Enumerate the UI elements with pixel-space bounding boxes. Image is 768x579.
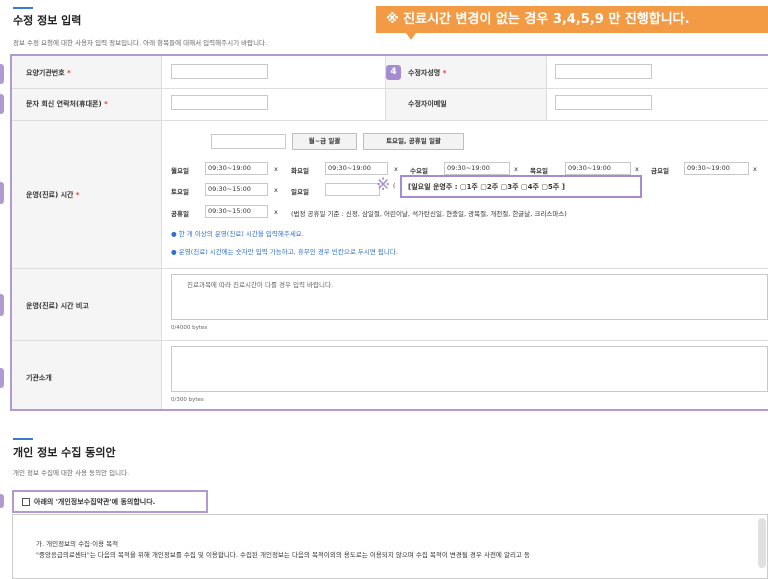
- reference-paren: (: [393, 183, 396, 190]
- hours-note-1: ● 한 개 이상의 운영(진료) 시간을 입력해주세요.: [171, 230, 304, 238]
- section-accent-bar: [13, 7, 33, 9]
- hours-note-2: ● 운영(진료) 시간에는 숫자만 입력 가능하고, 휴무인 경우 빈칸으로 두…: [171, 248, 398, 256]
- clear-icon[interactable]: x: [635, 165, 639, 173]
- day-label: 월요일: [171, 167, 189, 175]
- step-marker: [0, 494, 4, 508]
- terms-scrollbar[interactable]: [758, 518, 766, 568]
- clear-icon[interactable]: x: [394, 165, 398, 173]
- consent-label[interactable]: 아래의 '개인정보수집약관'에 동의합니다.: [34, 497, 155, 507]
- thursday-time-input[interactable]: 09:30~19:00: [565, 162, 631, 175]
- sunday-ops-weeks[interactable]: [일요일 운영주 : ▢1주 ▢2주 ▢3주 ▢4주 ▢5주 ]: [408, 182, 565, 192]
- clear-icon[interactable]: x: [274, 165, 278, 173]
- step-marker: [0, 294, 4, 316]
- clear-icon[interactable]: x: [753, 165, 757, 173]
- intro-label: 기관소개: [26, 374, 52, 382]
- institution-number-input[interactable]: [171, 64, 268, 79]
- row-divider: [12, 340, 768, 341]
- byte-counter: 0/300 bytes: [171, 397, 204, 403]
- reference-mark: ※: [376, 175, 391, 195]
- section-description: 정보 수정 요청에 대한 사용자 입력 정보입니다. 아래 항목들에 대해서 입…: [13, 39, 268, 47]
- section-description: 개인 정보 수집에 대한 사용 동의안 입니다.: [13, 469, 130, 477]
- terms-text: "중앙응급의료센터"는 다음의 목적을 위해 개인정보를 수집 및 이용합니다.…: [36, 551, 530, 559]
- day-label: 금요일: [651, 167, 669, 175]
- holiday-time-input[interactable]: 09:30~15:00: [205, 205, 268, 218]
- step-marker: [0, 64, 4, 84]
- hours-note-label: 운영(진료) 시간 비고: [26, 302, 89, 310]
- weekday-bulk-button[interactable]: 월~금 일괄: [292, 133, 357, 150]
- row-divider: [12, 268, 768, 269]
- saturday-time-input[interactable]: 09:30~15:00: [205, 183, 268, 196]
- clear-icon[interactable]: x: [514, 165, 518, 173]
- modifier-email-label: 수정자이메일: [408, 100, 447, 108]
- clear-icon[interactable]: x: [274, 186, 278, 194]
- wednesday-time-input[interactable]: 09:30~19:00: [444, 162, 510, 175]
- day-label: 공휴일: [171, 210, 189, 218]
- section-title: 수정 정보 입력: [13, 14, 82, 27]
- sms-contact-label: 문자 회신 연락처(휴대폰) *: [26, 100, 108, 108]
- friday-time-input[interactable]: 09:30~19:00: [684, 162, 749, 175]
- callout-banner: ※ 진료시간 변경이 없는 경우 3,4,5,9 만 진행합니다.: [376, 6, 768, 33]
- intro-textarea[interactable]: [171, 346, 768, 392]
- day-label: 화요일: [291, 167, 309, 175]
- step-badge-4: 4: [386, 65, 401, 80]
- byte-counter: 0/4000 bytes: [171, 325, 208, 331]
- day-label: 목요일: [530, 167, 548, 175]
- clear-icon[interactable]: x: [274, 208, 278, 216]
- monday-time-input[interactable]: 09:30~19:00: [205, 162, 268, 175]
- day-label: 수요일: [410, 167, 428, 175]
- weekend-bulk-button[interactable]: 토요일, 공휴일 일괄: [363, 133, 464, 150]
- row-divider: [12, 120, 768, 121]
- terms-heading: 가. 개인정보의 수집·이용 목적: [36, 540, 119, 548]
- holiday-criteria: (법정 공휴일 기준 : 신정, 삼일절, 어린이날, 석가탄신일, 현충일, …: [291, 210, 567, 218]
- section-title: 개인 정보 수집 동의안: [13, 446, 116, 459]
- callout-pointer: [406, 33, 416, 40]
- hours-note-textarea[interactable]: 진료과목에 따라 진료시간이 다를 경우 입력 바랍니다.: [171, 274, 768, 320]
- tuesday-time-input[interactable]: 09:30~19:00: [325, 162, 388, 175]
- bulk-time-input[interactable]: [211, 134, 286, 149]
- row-divider: [12, 88, 768, 89]
- sunday-time-input[interactable]: [325, 183, 380, 196]
- consent-checkbox[interactable]: [22, 498, 30, 506]
- sms-contact-input[interactable]: [171, 95, 268, 110]
- modifier-name-label: 수정자성명 *: [408, 69, 447, 77]
- modifier-email-input[interactable]: [555, 95, 652, 110]
- section-accent-bar: [13, 438, 33, 440]
- modifier-name-input[interactable]: [555, 64, 652, 79]
- privacy-terms-box: [12, 514, 768, 579]
- step-marker: [0, 182, 4, 204]
- institution-number-label: 요양기관번호 *: [26, 69, 71, 77]
- hours-label: 운영(진료) 시간 *: [26, 191, 80, 199]
- day-label: 토요일: [171, 188, 189, 196]
- day-label: 일요일: [291, 188, 309, 196]
- step-marker: [0, 368, 4, 388]
- step-marker: [0, 94, 4, 114]
